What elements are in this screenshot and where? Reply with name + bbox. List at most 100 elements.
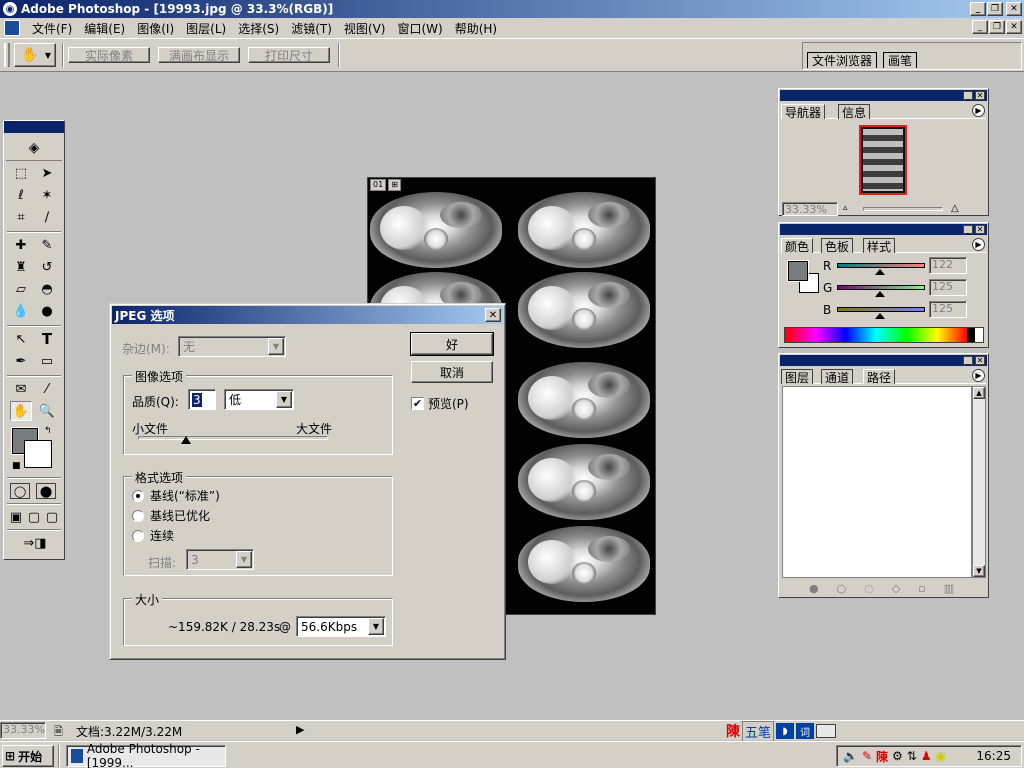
tray-app-icon[interactable]: ⚙: [892, 749, 903, 763]
palette-minimize-button[interactable]: _: [963, 356, 973, 365]
download-speed-select[interactable]: 56.6Kbps ▼: [296, 616, 386, 637]
eyedropper-icon[interactable]: ⁄: [36, 379, 58, 399]
g-slider[interactable]: [837, 285, 925, 290]
doc-close-button[interactable]: ✕: [1006, 20, 1022, 34]
network-icon[interactable]: ⇅: [907, 749, 917, 763]
healing-brush-icon[interactable]: ✚: [10, 235, 32, 255]
background-color-swatch[interactable]: [24, 440, 52, 468]
screen-mode-full-icon[interactable]: ▢: [44, 507, 60, 527]
scans-select[interactable]: 3 ▼: [186, 549, 254, 570]
screen-mode-menu-icon[interactable]: ▢: [26, 507, 42, 527]
tab-brushes[interactable]: 画笔: [883, 52, 918, 68]
quality-preset-select[interactable]: 低 ▼: [224, 389, 294, 410]
tab-navigator[interactable]: 导航器: [781, 104, 826, 120]
quality-input[interactable]: 3: [188, 389, 216, 410]
ime-keyboard-icon[interactable]: [816, 724, 837, 738]
blur-icon[interactable]: 💧: [10, 301, 32, 321]
tray-alert-icon[interactable]: ♟: [921, 749, 932, 763]
menu-image[interactable]: 图像(I): [131, 20, 180, 37]
slice-icon[interactable]: ∕: [36, 207, 58, 227]
paths-scrollbar[interactable]: ▲ ▼: [972, 386, 986, 578]
actual-pixels-button[interactable]: 实际像素: [68, 47, 150, 63]
color-spectrum-bar[interactable]: [784, 327, 984, 343]
fit-screen-button[interactable]: 满画布显示: [158, 47, 240, 63]
palette-menu-icon[interactable]: ▶: [972, 104, 985, 117]
quality-slider-track[interactable]: [138, 436, 328, 440]
menu-select[interactable]: 选择(S): [232, 20, 285, 37]
navigator-zoom-field[interactable]: 33.33%: [782, 202, 838, 216]
status-menu-arrow-icon[interactable]: ▶: [296, 723, 304, 736]
history-brush-icon[interactable]: ↺: [36, 257, 58, 277]
taskbar-photoshop-button[interactable]: Adobe Photoshop - [1999...: [66, 742, 226, 768]
palette-close-button[interactable]: ✕: [975, 91, 985, 100]
menu-view[interactable]: 视图(V): [338, 20, 392, 37]
standard-mode-icon[interactable]: ◯: [10, 483, 30, 499]
dodge-icon[interactable]: ●: [36, 301, 58, 321]
format-progressive-radio[interactable]: 连续: [132, 527, 174, 544]
palette-minimize-button[interactable]: _: [963, 91, 973, 100]
preview-checkbox[interactable]: ✔ 预览(P): [411, 395, 469, 412]
fill-path-icon[interactable]: ●: [809, 582, 819, 595]
g-slider-thumb[interactable]: [875, 291, 885, 297]
ime-tray-chen[interactable]: 陳: [876, 748, 888, 765]
scroll-down-icon[interactable]: ▼: [973, 565, 985, 577]
lasso-icon[interactable]: ℓ: [10, 185, 32, 205]
ime-chen-label[interactable]: 陳: [726, 721, 740, 741]
tool-preset-picker[interactable]: ✋ ▼: [14, 43, 56, 67]
magic-wand-icon[interactable]: ✶: [36, 185, 58, 205]
brush-icon[interactable]: ✎: [36, 235, 58, 255]
make-path-icon[interactable]: ◇: [892, 582, 900, 595]
ime-halfwidth-icon[interactable]: ◗: [776, 723, 795, 739]
doc-restore-button[interactable]: ❐: [989, 20, 1005, 34]
hand-tool-icon[interactable]: ✋: [10, 401, 32, 421]
volume-icon[interactable]: 🔈: [843, 749, 858, 763]
palette-menu-icon[interactable]: ▶: [972, 238, 985, 251]
adobe-online-icon[interactable]: ◈: [6, 135, 62, 161]
clone-stamp-icon[interactable]: ♜: [10, 257, 32, 277]
marquee-icon[interactable]: ⬚: [10, 163, 32, 183]
quality-slider-thumb[interactable]: [180, 436, 191, 444]
palette-close-button[interactable]: ✕: [975, 356, 985, 365]
paths-list[interactable]: [782, 386, 972, 578]
r-slider[interactable]: [837, 263, 925, 268]
close-button[interactable]: ✕: [1006, 2, 1022, 16]
minimize-button[interactable]: _: [970, 2, 986, 16]
document-icon[interactable]: [4, 20, 20, 36]
jump-to-imageready-icon[interactable]: ⇒◨: [10, 533, 60, 553]
tab-layers[interactable]: 图层: [781, 369, 814, 385]
status-zoom-field[interactable]: 33.33%: [0, 722, 46, 739]
palette-title-bar[interactable]: _ ✕: [780, 224, 987, 235]
tab-channels[interactable]: 通道: [821, 369, 854, 385]
dialog-title-bar[interactable]: JPEG 选项: [112, 306, 503, 324]
crop-icon[interactable]: ⌗: [10, 207, 32, 227]
r-value[interactable]: 122: [929, 257, 967, 274]
start-button[interactable]: ⊞ 开始: [2, 745, 54, 767]
tab-color[interactable]: 颜色: [781, 238, 814, 254]
format-baseline-radio[interactable]: 基线(“标准”): [132, 487, 220, 504]
toolbox-title-bar[interactable]: [4, 121, 64, 133]
options-grip[interactable]: [4, 43, 10, 67]
rectangle-icon[interactable]: ▭: [36, 351, 58, 371]
swap-colors-icon[interactable]: ↰: [44, 426, 52, 436]
zoom-out-icon[interactable]: ▵: [843, 203, 857, 215]
type-icon[interactable]: T: [36, 329, 58, 349]
b-slider-thumb[interactable]: [875, 313, 885, 319]
quick-mask-icon[interactable]: ⬤: [36, 483, 56, 499]
doc-minimize-button[interactable]: _: [972, 20, 988, 34]
menu-edit[interactable]: 编辑(E): [78, 20, 131, 37]
tray-power-icon[interactable]: ◉: [936, 749, 946, 763]
eraser-icon[interactable]: ▱: [10, 279, 32, 299]
screen-mode-standard-icon[interactable]: ▣: [8, 507, 24, 527]
default-colors-icon[interactable]: ■: [12, 461, 21, 471]
matte-select[interactable]: 无 ▼: [178, 336, 286, 357]
load-selection-icon[interactable]: ◌: [864, 582, 874, 595]
photoshop-app-icon[interactable]: ◉: [3, 2, 17, 16]
palette-minimize-button[interactable]: _: [963, 225, 973, 234]
navigator-thumbnail[interactable]: [859, 125, 907, 195]
dialog-close-button[interactable]: ✕: [485, 308, 501, 322]
scroll-up-icon[interactable]: ▲: [973, 387, 985, 399]
menu-window[interactable]: 窗口(W): [391, 20, 448, 37]
palette-menu-icon[interactable]: ▶: [972, 369, 985, 382]
notes-icon[interactable]: ✉: [10, 379, 32, 399]
stroke-path-icon[interactable]: ○: [837, 582, 847, 595]
